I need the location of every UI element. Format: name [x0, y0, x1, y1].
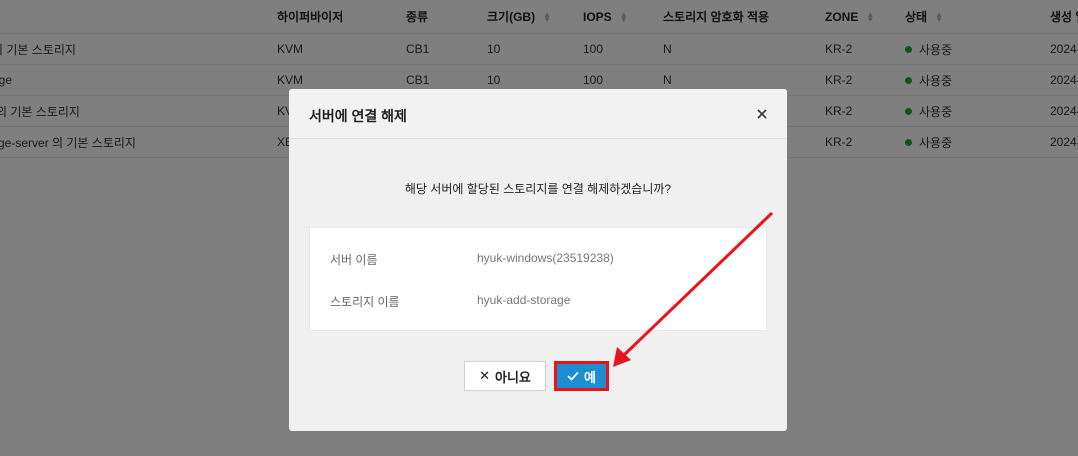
disconnect-dialog: 서버에 연결 해제 해당 서버에 할당된 스토리지를 연결 해제하겠습니까? 서…: [289, 89, 787, 431]
close-icon[interactable]: [753, 105, 771, 123]
info-box: 서버 이름 hyuk-windows(23519238) 스토리지 이름 hyu…: [309, 227, 767, 331]
check-icon: [567, 369, 579, 384]
storage-name-label: 스토리지 이름: [330, 295, 400, 309]
dialog-title: 서버에 연결 해제: [309, 108, 407, 124]
no-button-label: 아니요: [495, 369, 531, 385]
yes-button[interactable]: 예: [554, 361, 609, 391]
yes-button-label: 예: [584, 369, 596, 385]
no-button[interactable]: ✕ 아니요: [464, 361, 546, 391]
x-icon: ✕: [479, 368, 490, 383]
confirm-message: 해당 서버에 할당된 스토리지를 연결 해제하겠습니까?: [404, 182, 672, 196]
dialog-header: 서버에 연결 해제: [289, 89, 787, 139]
server-name-value: hyuk-windows(23519238): [477, 251, 614, 265]
server-name-label: 서버 이름: [330, 253, 378, 267]
storage-name-value: hyuk-add-storage: [477, 293, 571, 307]
